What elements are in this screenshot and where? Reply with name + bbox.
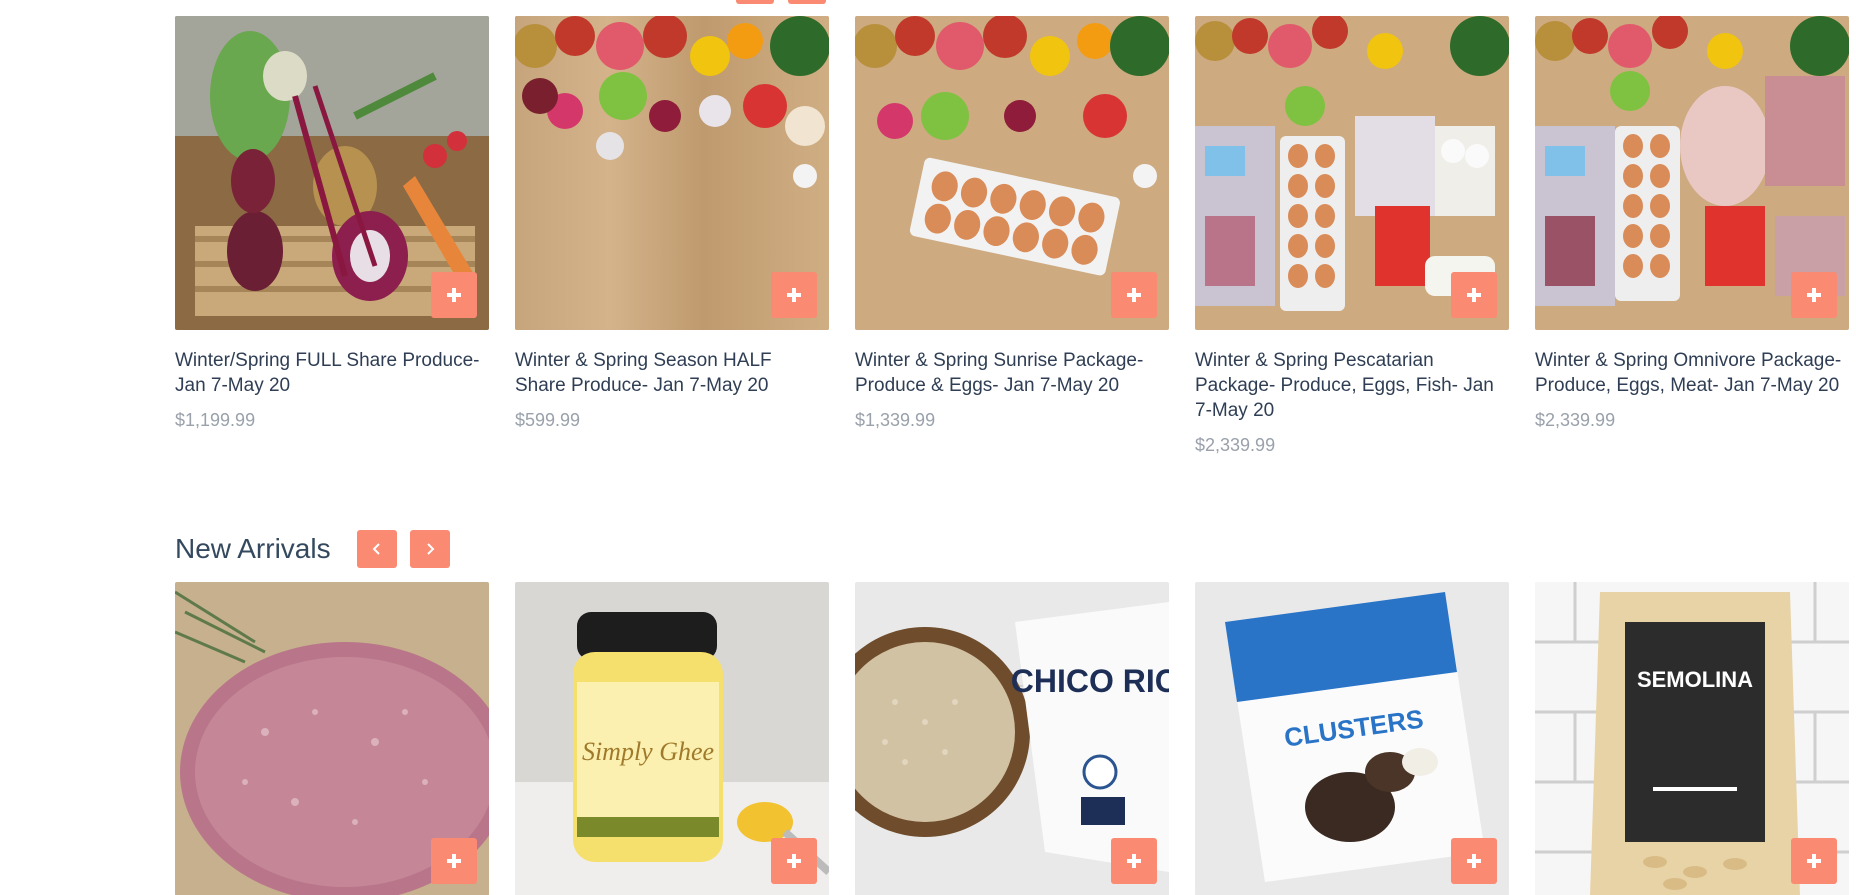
product-title[interactable]: Winter & Spring Season HALF Share Produc… (515, 348, 829, 398)
product-title[interactable]: Winter & Spring Sunrise Package- Produce… (855, 348, 1169, 398)
chevron-right-icon (426, 543, 435, 555)
product-title[interactable]: Winter/Spring FULL Share Produce- Jan 7-… (175, 348, 489, 398)
plus-icon (447, 854, 461, 868)
product-image[interactable]: SEMOLINA (1535, 582, 1849, 895)
product-listing-page: Winter/Spring FULL Share Produce- Jan 7-… (0, 0, 1856, 895)
add-to-cart-button[interactable] (1451, 838, 1497, 884)
product-price: $1,199.99 (175, 410, 256, 430)
product-image[interactable] (1535, 16, 1849, 330)
add-to-cart-button[interactable] (1791, 838, 1837, 884)
plus-icon (787, 288, 801, 302)
product-card[interactable]: CLUSTERS (1195, 582, 1509, 895)
previous-section-prev-button[interactable] (736, 0, 774, 4)
plus-icon (1807, 854, 1821, 868)
add-to-cart-button[interactable] (771, 838, 817, 884)
plus-icon (1127, 288, 1141, 302)
product-card[interactable]: Simply Ghee (515, 582, 829, 895)
product-price: $599.99 (515, 410, 581, 430)
product-price: $2,339.99 (1195, 435, 1276, 455)
product-title[interactable]: Winter & Spring Pescatarian Package- Pro… (1195, 348, 1509, 423)
add-to-cart-button[interactable] (431, 838, 477, 884)
product-card[interactable]: Winter & Spring Omnivore Package- Produc… (1535, 16, 1849, 431)
plus-icon (1467, 288, 1481, 302)
add-to-cart-button[interactable] (1791, 272, 1837, 318)
plus-icon (1127, 854, 1141, 868)
product-card[interactable] (175, 582, 489, 895)
product-title[interactable]: Winter & Spring Omnivore Package- Produc… (1535, 348, 1849, 398)
previous-section-next-button[interactable] (788, 0, 826, 4)
product-image[interactable] (175, 16, 489, 330)
new-arrivals-header: New Arrivals (175, 530, 463, 568)
rice-label-text: CHICO RICE (1011, 663, 1169, 699)
product-image[interactable]: Simply Ghee (515, 582, 829, 895)
product-price: $2,339.99 (1535, 410, 1616, 430)
product-image[interactable] (855, 16, 1169, 330)
plus-icon (1467, 854, 1481, 868)
product-image[interactable]: CHICO RICE (855, 582, 1169, 895)
section-title: New Arrivals (175, 533, 331, 564)
chevron-left-icon (372, 543, 380, 555)
product-price: $1,339.99 (855, 410, 936, 430)
add-to-cart-button[interactable] (771, 272, 817, 318)
add-to-cart-button[interactable] (1111, 838, 1157, 884)
product-card[interactable]: Winter & Spring Sunrise Package- Produce… (855, 16, 1169, 431)
product-card[interactable]: SEMOLINA (1535, 582, 1849, 895)
add-to-cart-button[interactable] (1111, 272, 1157, 318)
product-image[interactable] (515, 16, 829, 330)
add-to-cart-button[interactable] (1451, 272, 1497, 318)
product-card[interactable]: CHICO RICE (855, 582, 1169, 895)
plus-icon (447, 288, 461, 302)
semolina-label-text: SEMOLINA (1637, 667, 1753, 692)
carousel-next-button[interactable] (409, 530, 450, 568)
add-to-cart-button[interactable] (431, 272, 477, 318)
carousel-prev-button[interactable] (356, 530, 397, 568)
ghee-label-text: Simply Ghee (582, 737, 714, 766)
product-image[interactable]: CLUSTERS (1195, 582, 1509, 895)
plus-icon (787, 854, 801, 868)
product-image[interactable] (175, 582, 489, 895)
product-image[interactable] (1195, 16, 1509, 330)
product-card[interactable]: Winter/Spring FULL Share Produce- Jan 7-… (175, 16, 489, 431)
plus-icon (1807, 288, 1821, 302)
product-card[interactable]: Winter & Spring Season HALF Share Produc… (515, 16, 829, 431)
product-card[interactable]: Winter & Spring Pescatarian Package- Pro… (1195, 16, 1509, 456)
